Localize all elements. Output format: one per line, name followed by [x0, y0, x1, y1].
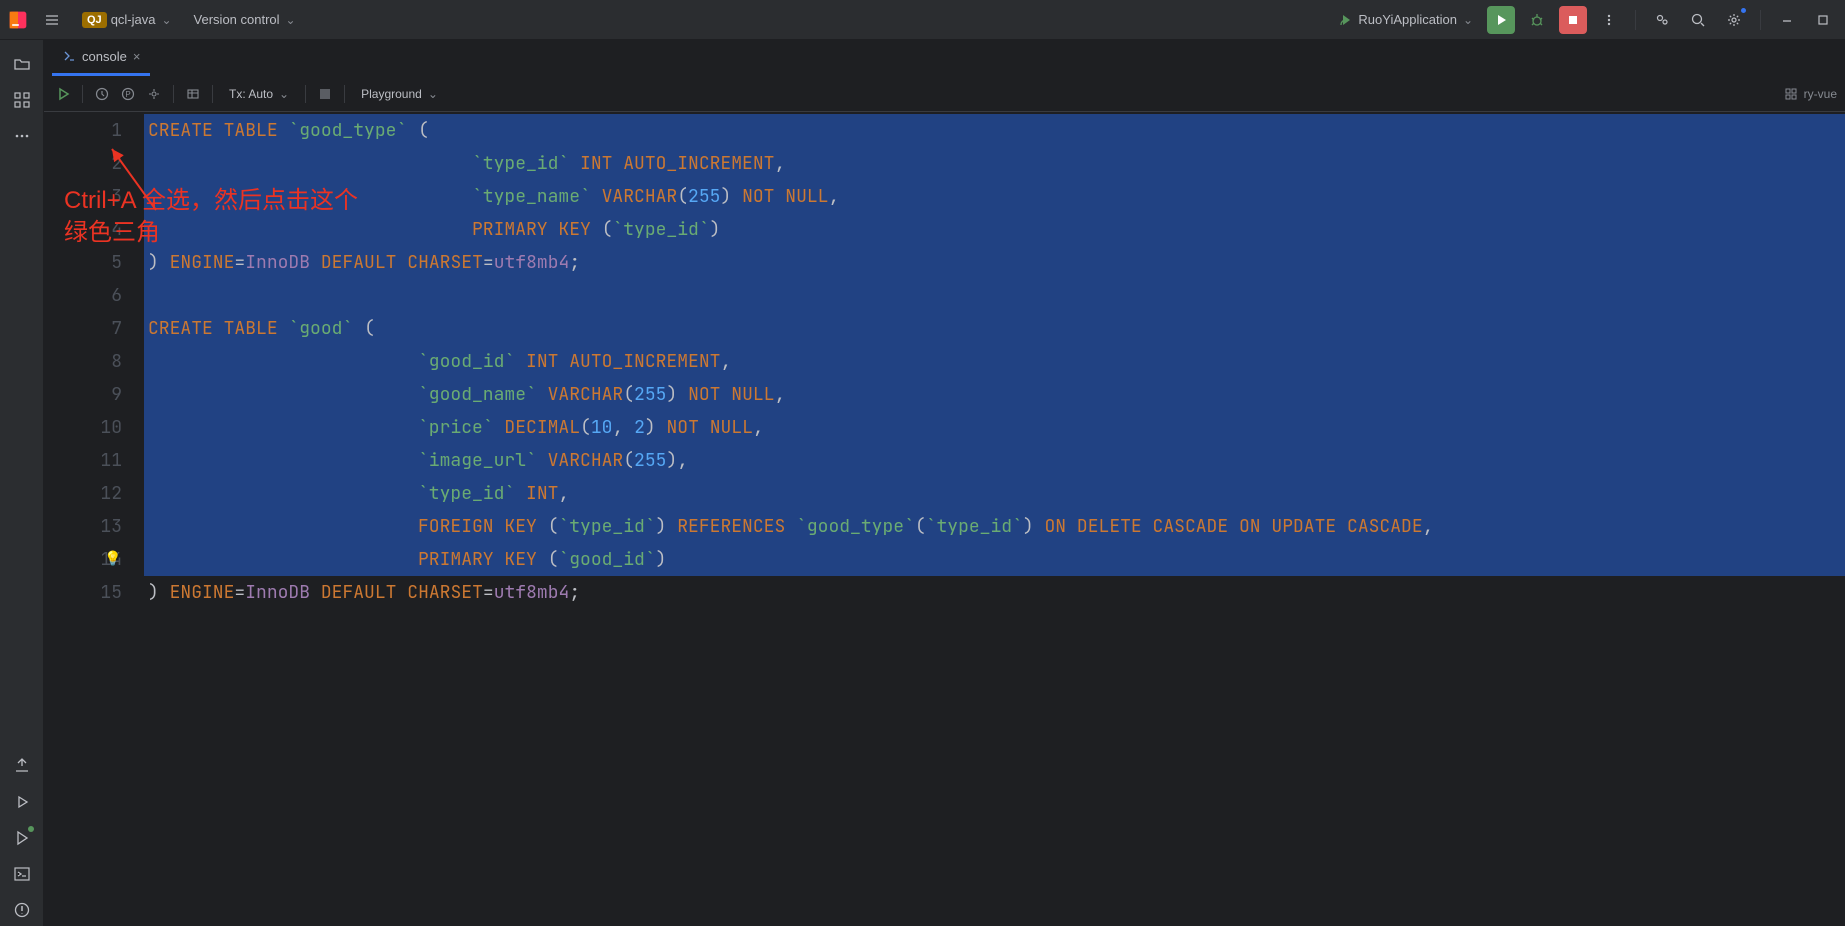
- structure-tool-icon[interactable]: [6, 84, 38, 116]
- maximize-icon[interactable]: [1809, 6, 1837, 34]
- explain-plan-icon[interactable]: P: [117, 83, 139, 105]
- query-settings-icon[interactable]: [143, 83, 165, 105]
- history-icon[interactable]: [91, 83, 113, 105]
- left-tool-rail: [0, 40, 44, 926]
- editor-toolbar: P Tx: Auto Playground ry-vue: [44, 76, 1845, 112]
- vcs-menu[interactable]: Version control: [188, 8, 302, 31]
- code-area[interactable]: CREATE TABLE `good_type` ( `type_id` INT…: [144, 112, 1845, 926]
- svg-text:P: P: [125, 90, 130, 99]
- run-tool-icon[interactable]: [6, 822, 38, 854]
- console-tab-icon: [62, 49, 76, 63]
- tab-close-icon[interactable]: ×: [133, 49, 141, 64]
- gutter: 1234567891011121314💡15: [44, 112, 144, 926]
- playground-selector[interactable]: Playground: [353, 83, 446, 105]
- editor-tabs: console ×: [44, 40, 1845, 76]
- project-badge: QJ: [82, 12, 107, 28]
- tab-label: console: [82, 49, 127, 64]
- settings-icon[interactable]: [1720, 6, 1748, 34]
- search-icon[interactable]: [1684, 6, 1712, 34]
- datasource-icon: [1784, 87, 1798, 101]
- tab-console[interactable]: console ×: [52, 40, 150, 76]
- project-tool-icon[interactable]: [6, 48, 38, 80]
- run-config-icon: [1338, 12, 1354, 28]
- build-tool-icon[interactable]: [6, 750, 38, 782]
- execute-button[interactable]: [52, 83, 74, 105]
- stop-query-icon[interactable]: [314, 83, 336, 105]
- more-tools-icon[interactable]: [6, 120, 38, 152]
- services-tool-icon[interactable]: [6, 786, 38, 818]
- project-name: qcl-java: [111, 12, 156, 27]
- view-mode-icon[interactable]: [182, 83, 204, 105]
- intellij-logo-icon: [8, 10, 28, 30]
- debug-button[interactable]: [1523, 6, 1551, 34]
- code-with-me-icon[interactable]: [1648, 6, 1676, 34]
- stop-button[interactable]: [1559, 6, 1587, 34]
- datasource-label[interactable]: ry-vue: [1804, 87, 1837, 101]
- terminal-tool-icon[interactable]: [6, 858, 38, 890]
- tx-mode-selector[interactable]: Tx: Auto: [221, 83, 297, 105]
- code-editor[interactable]: 1234567891011121314💡15 CREATE TABLE `goo…: [44, 112, 1845, 926]
- problems-tool-icon[interactable]: [6, 894, 38, 926]
- run-button[interactable]: [1487, 6, 1515, 34]
- titlebar: QJ qcl-java Version control RuoYiApplica…: [0, 0, 1845, 40]
- main-menu-icon[interactable]: [38, 6, 66, 34]
- main-area: console × P Tx: Auto: [44, 40, 1845, 926]
- more-actions-icon[interactable]: [1595, 6, 1623, 34]
- run-config-selector[interactable]: RuoYiApplication: [1332, 8, 1479, 32]
- minimize-icon[interactable]: [1773, 6, 1801, 34]
- project-selector[interactable]: QJ qcl-java: [76, 8, 178, 32]
